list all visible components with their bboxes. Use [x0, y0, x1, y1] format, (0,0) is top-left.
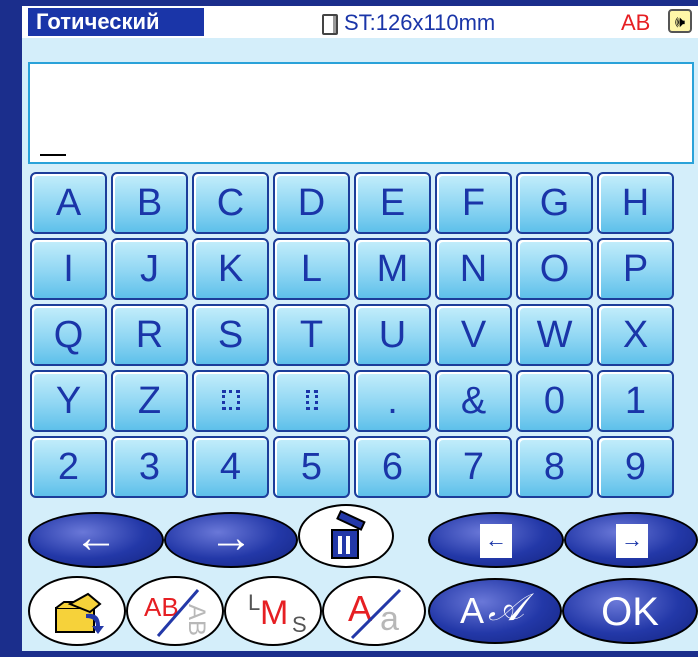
key-g[interactable]: G [516, 172, 593, 234]
size-s-text: S [292, 612, 307, 637]
change-case-button[interactable]: AB AB [126, 576, 224, 646]
key-i[interactable]: I [30, 238, 107, 300]
letter-case-button[interactable]: A a [322, 576, 426, 646]
key-e[interactable]: E [354, 172, 431, 234]
key-t[interactable]: T [273, 304, 350, 366]
key-w[interactable]: W [516, 304, 593, 366]
key-6[interactable]: 6 [354, 436, 431, 498]
key-double-space[interactable] [273, 370, 350, 432]
double-space-icon [305, 389, 318, 410]
cursor-right-button[interactable]: → [164, 512, 298, 568]
size-l-text: L [248, 590, 261, 615]
page-right-icon: → [616, 524, 648, 558]
key-3[interactable]: 3 [111, 436, 188, 498]
key-9[interactable]: 9 [597, 436, 674, 498]
slash-icon [156, 589, 200, 637]
space-icon [221, 389, 240, 410]
text-display [28, 62, 694, 164]
page-next-button[interactable]: → [564, 512, 698, 568]
key-h[interactable]: H [597, 172, 674, 234]
text-cursor [40, 154, 66, 156]
page-left-icon: ← [480, 524, 512, 558]
screen-frame: Готический ST:126x110mm AB 🕪 ABCDEFGHIJK… [0, 0, 698, 657]
delete-button[interactable] [298, 504, 394, 568]
key-v[interactable]: V [435, 304, 512, 366]
key-4[interactable]: 4 [192, 436, 269, 498]
key-2[interactable]: 2 [30, 436, 107, 498]
folder-icon [55, 592, 104, 634]
arrow-right-icon: → [209, 513, 253, 562]
font-style-script: 𝒜 [488, 587, 524, 629]
key-d[interactable]: D [273, 172, 350, 234]
key-m[interactable]: M [354, 238, 431, 300]
page-prev-button[interactable]: ← [428, 512, 564, 568]
key-n[interactable]: N [435, 238, 512, 300]
arrow-left-icon: ← [74, 513, 118, 562]
font-style-button[interactable]: A 𝒜 [428, 578, 562, 644]
status-bar: Готический ST:126x110mm AB 🕪 [22, 6, 698, 38]
key-a[interactable]: A [30, 172, 107, 234]
key-period[interactable]: . [354, 370, 431, 432]
lettering-panel: Готический ST:126x110mm AB 🕪 ABCDEFGHIJK… [22, 6, 698, 651]
key-1[interactable]: 1 [597, 370, 674, 432]
key-5[interactable]: 5 [273, 436, 350, 498]
key-k[interactable]: K [192, 238, 269, 300]
key-p[interactable]: P [597, 238, 674, 300]
key-c[interactable]: C [192, 172, 269, 234]
key-o[interactable]: O [516, 238, 593, 300]
speaker-icon: 🕪 [674, 14, 686, 31]
case-indicator: AB [621, 10, 651, 35]
key-j[interactable]: J [111, 238, 188, 300]
key-7[interactable]: 7 [435, 436, 512, 498]
key-b[interactable]: B [111, 172, 188, 234]
key-ampersand[interactable]: & [435, 370, 512, 432]
open-folder-button[interactable] [28, 576, 126, 646]
size-m-text: M [260, 594, 289, 632]
ok-button[interactable]: OK [562, 578, 698, 644]
letter-size-button[interactable]: L M S [224, 576, 322, 646]
ok-label: OK [601, 590, 659, 634]
key-u[interactable]: U [354, 304, 431, 366]
font-style-upper: A [460, 590, 485, 631]
hoop-size-label: ST:126x110mm [344, 10, 496, 35]
key-0[interactable]: 0 [516, 370, 593, 432]
font-name-label: Готический [28, 8, 204, 36]
key-space[interactable] [192, 370, 269, 432]
key-l[interactable]: L [273, 238, 350, 300]
key-f[interactable]: F [435, 172, 512, 234]
key-y[interactable]: Y [30, 370, 107, 432]
key-z[interactable]: Z [111, 370, 188, 432]
key-q[interactable]: Q [30, 304, 107, 366]
hoop-icon [322, 14, 338, 35]
key-x[interactable]: X [597, 304, 674, 366]
key-s[interactable]: S [192, 304, 269, 366]
sound-button[interactable]: 🕪 [668, 9, 692, 33]
trash-icon [331, 509, 366, 559]
case-slash-icon [350, 588, 402, 640]
cursor-left-button[interactable]: ← [28, 512, 164, 568]
key-r[interactable]: R [111, 304, 188, 366]
key-8[interactable]: 8 [516, 436, 593, 498]
